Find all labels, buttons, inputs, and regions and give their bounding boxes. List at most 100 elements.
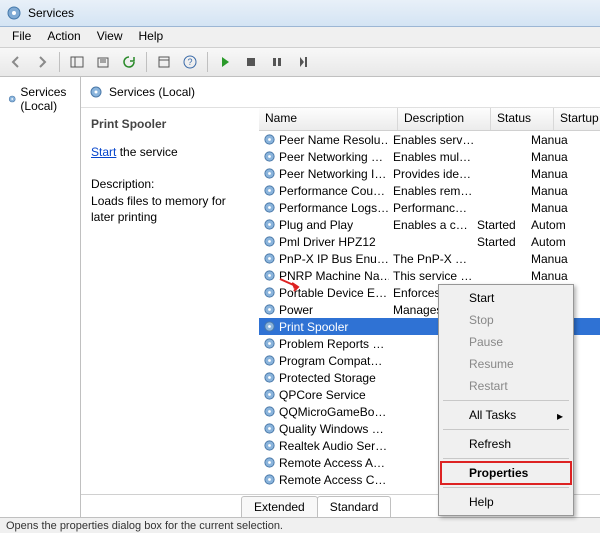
cell-description: Enables serv… xyxy=(389,133,473,147)
refresh-button[interactable] xyxy=(117,50,141,74)
selected-service-name: Print Spooler xyxy=(91,116,249,132)
separator xyxy=(146,52,147,72)
cell-startup: Manua xyxy=(527,201,575,215)
tree-root-services[interactable]: Services (Local) xyxy=(4,83,76,115)
separator xyxy=(207,52,208,72)
col-startup[interactable]: Startup xyxy=(554,108,600,130)
cell-name: QQMicroGameBo… xyxy=(259,405,389,419)
tree-root-label: Services (Local) xyxy=(20,85,72,113)
tree-pane: Services (Local) xyxy=(0,77,81,517)
cell-startup: Autom xyxy=(527,235,575,249)
gear-icon xyxy=(89,85,103,99)
forward-button[interactable] xyxy=(30,50,54,74)
cell-startup: Manua xyxy=(527,167,575,181)
cell-name: PnP-X IP Bus Enu… xyxy=(259,252,389,266)
window-title: Services xyxy=(28,6,74,20)
cell-name: Print Spooler xyxy=(259,320,389,334)
cell-name: Pml Driver HPZ12 xyxy=(259,235,389,249)
separator xyxy=(443,429,569,430)
context-menu: Start Stop Pause Resume Restart All Task… xyxy=(438,284,574,516)
cell-name: Remote Access C… xyxy=(259,473,389,487)
service-row[interactable]: Performance Logs…Performanc… Manua xyxy=(259,199,600,216)
service-row[interactable]: PnP-X IP Bus Enu…The PnP-X … Manua xyxy=(259,250,600,267)
separator xyxy=(443,400,569,401)
cell-startup: Autom xyxy=(527,218,575,232)
col-name[interactable]: Name xyxy=(259,108,398,130)
cell-name: Performance Logs… xyxy=(259,201,389,215)
cell-startup: Manua xyxy=(527,133,575,147)
menu-view[interactable]: View xyxy=(89,27,131,47)
service-row[interactable]: Peer Networking …Enables mul… Manua xyxy=(259,148,600,165)
col-status[interactable]: Status xyxy=(491,108,554,130)
services-icon xyxy=(6,5,22,21)
cell-name: QPCore Service xyxy=(259,388,389,402)
col-description[interactable]: Description xyxy=(398,108,491,130)
ctx-help[interactable]: Help xyxy=(441,491,571,513)
cell-description: Enables mul… xyxy=(389,150,473,164)
cell-name: Peer Networking … xyxy=(259,150,389,164)
start-service-button[interactable] xyxy=(213,50,237,74)
tab-extended[interactable]: Extended xyxy=(241,496,318,517)
cell-name: Quality Windows … xyxy=(259,422,389,436)
start-service-line: Start the service xyxy=(91,144,249,160)
pause-service-button[interactable] xyxy=(265,50,289,74)
cell-name: Peer Networking I… xyxy=(259,167,389,181)
detail-panel: Print Spooler Start the service Descript… xyxy=(81,108,259,494)
cell-name: Power xyxy=(259,303,389,317)
main-header: Services (Local) xyxy=(81,77,600,108)
cell-description: Performanc… xyxy=(389,201,473,215)
tab-standard[interactable]: Standard xyxy=(317,496,392,517)
service-row[interactable]: PNRP Machine Na…This service …Manua xyxy=(259,267,600,284)
service-row[interactable]: Pml Driver HPZ12StartedAutom xyxy=(259,233,600,250)
status-bar: Opens the properties dialog box for the … xyxy=(0,517,600,533)
ctx-properties[interactable]: Properties xyxy=(441,462,571,484)
menu-help[interactable]: Help xyxy=(131,27,172,47)
svg-text:?: ? xyxy=(187,57,192,67)
properties-button[interactable] xyxy=(152,50,176,74)
description-text: Loads files to memory for later printing xyxy=(91,193,249,225)
service-row[interactable]: Plug and PlayEnables a c…StartedAutom xyxy=(259,216,600,233)
description-block: Description: Loads files to memory for l… xyxy=(91,176,249,225)
back-button[interactable] xyxy=(4,50,28,74)
title-bar: Services xyxy=(0,0,600,27)
cell-name: Plug and Play xyxy=(259,218,389,232)
ctx-resume: Resume xyxy=(441,353,571,375)
cell-name: Remote Access A… xyxy=(259,456,389,470)
menu-bar: File Action View Help xyxy=(0,27,600,48)
cell-startup: Manua xyxy=(527,184,575,198)
start-service-link[interactable]: Start xyxy=(91,145,116,159)
separator xyxy=(443,487,569,488)
separator xyxy=(443,458,569,459)
stop-service-button[interactable] xyxy=(239,50,263,74)
show-hide-button[interactable] xyxy=(65,50,89,74)
cell-description: Provides ide… xyxy=(389,167,473,181)
export-button[interactable] xyxy=(91,50,115,74)
description-label: Description: xyxy=(91,176,249,192)
cell-name: Problem Reports … xyxy=(259,337,389,351)
cell-name: Protected Storage xyxy=(259,371,389,385)
cell-description: The PnP-X … xyxy=(389,252,473,266)
ctx-stop: Stop xyxy=(441,309,571,331)
service-row[interactable]: Peer Name Resolu…Enables serv… Manua xyxy=(259,131,600,148)
menu-file[interactable]: File xyxy=(4,27,39,47)
cell-description: This service … xyxy=(389,269,473,283)
annotation-arrow-icon xyxy=(278,275,304,295)
menu-action[interactable]: Action xyxy=(39,27,88,47)
ctx-start[interactable]: Start xyxy=(441,287,571,309)
service-row[interactable]: Performance Cou…Enables rem…Manua xyxy=(259,182,600,199)
ctx-pause: Pause xyxy=(441,331,571,353)
toolbar: ? xyxy=(0,48,600,77)
restart-service-button[interactable] xyxy=(291,50,315,74)
cell-description: Enables rem… xyxy=(389,184,473,198)
cell-name: Realtek Audio Ser… xyxy=(259,439,389,453)
ctx-refresh[interactable]: Refresh xyxy=(441,433,571,455)
cell-description: Enables a c… xyxy=(389,218,473,232)
ctx-all-tasks[interactable]: All Tasks▸ xyxy=(441,404,571,426)
cell-startup: Manua xyxy=(527,269,575,283)
help-button[interactable]: ? xyxy=(178,50,202,74)
service-row[interactable]: Peer Networking I…Provides ide… Manua xyxy=(259,165,600,182)
cell-name: Peer Name Resolu… xyxy=(259,133,389,147)
ctx-restart: Restart xyxy=(441,375,571,397)
cell-startup: Manua xyxy=(527,150,575,164)
cell-startup: Manua xyxy=(527,252,575,266)
